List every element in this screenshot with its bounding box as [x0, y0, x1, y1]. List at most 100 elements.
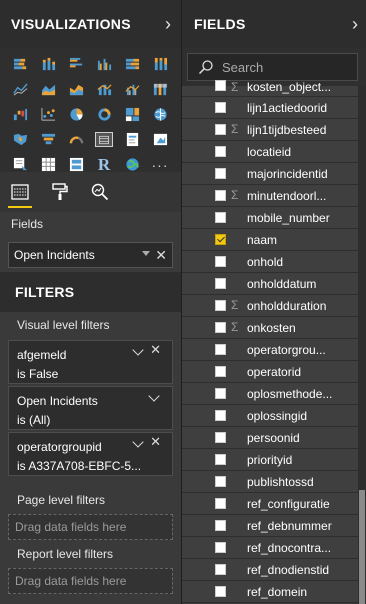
field-item[interactable]: naam: [182, 229, 358, 251]
clustered-column-visual-button[interactable]: [90, 52, 118, 77]
field-item[interactable]: ref_debnummer: [182, 515, 358, 537]
field-item[interactable]: Σonholdduration: [182, 295, 358, 317]
field-item[interactable]: Σonkosten: [182, 317, 358, 339]
dropdown-arrow-icon[interactable]: [142, 251, 150, 256]
field-checkbox[interactable]: [215, 80, 226, 91]
field-checkbox[interactable]: [215, 388, 226, 399]
format-tab[interactable]: [40, 172, 80, 212]
field-item[interactable]: ref_dnocontra...: [182, 537, 358, 559]
visual-tools-tabs: [0, 172, 181, 212]
field-item[interactable]: oplosmethode...: [182, 383, 358, 405]
field-checkbox[interactable]: [215, 234, 226, 245]
fields-scrollbar-thumb[interactable]: [359, 490, 365, 604]
field-checkbox[interactable]: [215, 564, 226, 575]
field-item[interactable]: ref_domein: [182, 581, 358, 603]
table-visual-button[interactable]: [90, 127, 118, 152]
expand-chevron-down-icon[interactable]: [132, 436, 144, 448]
kpi-visual-button[interactable]: [146, 127, 174, 152]
field-item[interactable]: ref_dnodienstid: [182, 559, 358, 581]
field-label: ref_dnodienstid: [247, 563, 330, 577]
card-visual-button[interactable]: [118, 127, 146, 152]
remove-field-close-icon[interactable]: ✕: [155, 247, 167, 264]
line-column-visual-button[interactable]: [90, 77, 118, 102]
funnel-visual-button[interactable]: [34, 127, 62, 152]
field-checkbox[interactable]: [215, 454, 226, 465]
gauge-visual-button[interactable]: [62, 127, 90, 152]
100-stacked-bar-visual-button[interactable]: [118, 52, 146, 77]
collapse-visualizations-chevron-icon[interactable]: ›: [165, 15, 171, 33]
expand-chevron-down-icon[interactable]: [148, 390, 160, 402]
field-item[interactable]: priorityid: [182, 449, 358, 471]
fields-search-box[interactable]: [187, 53, 358, 81]
analytics-tab[interactable]: [80, 172, 120, 212]
filled-map-visual-button[interactable]: [6, 127, 34, 152]
field-checkbox[interactable]: [215, 410, 226, 421]
field-item[interactable]: operatorid: [182, 361, 358, 383]
filter-card-open-incidents[interactable]: Open Incidents is (All): [8, 386, 173, 430]
filter-card-afgemeld[interactable]: afgemeld is False ✕: [8, 340, 173, 384]
field-checkbox[interactable]: [215, 476, 226, 487]
report-level-drop-zone[interactable]: Drag data fields here: [8, 568, 173, 594]
clustered-bar-visual-button[interactable]: [62, 52, 90, 77]
field-checkbox[interactable]: [215, 344, 226, 355]
field-checkbox[interactable]: [215, 190, 226, 201]
field-checkbox[interactable]: [215, 542, 226, 553]
fields-well-value[interactable]: Open Incidents ✕: [8, 242, 173, 268]
stacked-column-visual-button[interactable]: [34, 52, 62, 77]
field-checkbox[interactable]: [215, 432, 226, 443]
scatter-visual-button[interactable]: [34, 102, 62, 127]
field-item[interactable]: Σminutendoorl...: [182, 185, 358, 207]
field-checkbox[interactable]: [215, 498, 226, 509]
field-item[interactable]: onhold: [182, 251, 358, 273]
field-item[interactable]: oplossingid: [182, 405, 358, 427]
field-item[interactable]: operatorgrou...: [182, 339, 358, 361]
collapse-fields-chevron-icon[interactable]: ›: [352, 15, 358, 33]
page-level-drop-zone[interactable]: Drag data fields here: [8, 514, 173, 540]
field-label: onhold: [247, 255, 284, 269]
field-checkbox[interactable]: [215, 102, 226, 113]
stacked-bar-visual-button[interactable]: [6, 52, 34, 77]
donut-visual-button[interactable]: [90, 102, 118, 127]
100-stacked-column-visual-button[interactable]: [146, 52, 174, 77]
filter-value: is False: [17, 367, 59, 381]
area-chart-visual-button[interactable]: [34, 77, 62, 102]
field-checkbox[interactable]: [215, 212, 226, 223]
filled-map-icon: [13, 133, 27, 146]
field-item[interactable]: Σlijn1tijdbesteed: [182, 119, 358, 141]
ribbon-chart-visual-button[interactable]: [146, 77, 174, 102]
fields-scrollbar[interactable]: [358, 86, 366, 604]
field-item[interactable]: ref_configuratie: [182, 493, 358, 515]
field-checkbox[interactable]: [215, 586, 226, 597]
field-item[interactable]: mobile_number: [182, 207, 358, 229]
filters-body: Visual level filters afgemeld is False ✕…: [0, 312, 181, 604]
field-item[interactable]: publishtossd: [182, 471, 358, 493]
field-checkbox[interactable]: [215, 300, 226, 311]
treemap-visual-button[interactable]: [118, 102, 146, 127]
field-checkbox[interactable]: [215, 366, 226, 377]
field-item[interactable]: majorincidentid: [182, 163, 358, 185]
field-item[interactable]: Σkosten_object...: [182, 80, 358, 97]
pie-chart-visual-button[interactable]: [62, 102, 90, 127]
field-checkbox[interactable]: [215, 256, 226, 267]
field-checkbox[interactable]: [215, 146, 226, 157]
remove-filter-close-icon[interactable]: ✕: [150, 342, 161, 358]
fields-well-tab[interactable]: [0, 172, 40, 212]
field-checkbox[interactable]: [215, 322, 226, 333]
field-item[interactable]: locatieid: [182, 141, 358, 163]
field-checkbox[interactable]: [215, 124, 226, 135]
expand-chevron-down-icon[interactable]: [132, 344, 144, 356]
field-checkbox[interactable]: [215, 168, 226, 179]
field-item[interactable]: onholddatum: [182, 273, 358, 295]
field-checkbox[interactable]: [215, 278, 226, 289]
line-chart-visual-button[interactable]: [6, 77, 34, 102]
remove-filter-close-icon[interactable]: ✕: [150, 434, 161, 450]
field-item[interactable]: persoonid: [182, 427, 358, 449]
field-item[interactable]: lijn1actiedoorid: [182, 97, 358, 119]
waterfall-visual-button[interactable]: [6, 102, 34, 127]
map-visual-button[interactable]: [146, 102, 174, 127]
fields-search-input[interactable]: [220, 58, 354, 76]
field-checkbox[interactable]: [215, 520, 226, 531]
filter-card-operatorgroupid[interactable]: operatorgroupid is A337A708-EBFC-5... ✕: [8, 432, 173, 476]
line-clustered-column-visual-button[interactable]: [118, 77, 146, 102]
stacked-area-visual-button[interactable]: [62, 77, 90, 102]
